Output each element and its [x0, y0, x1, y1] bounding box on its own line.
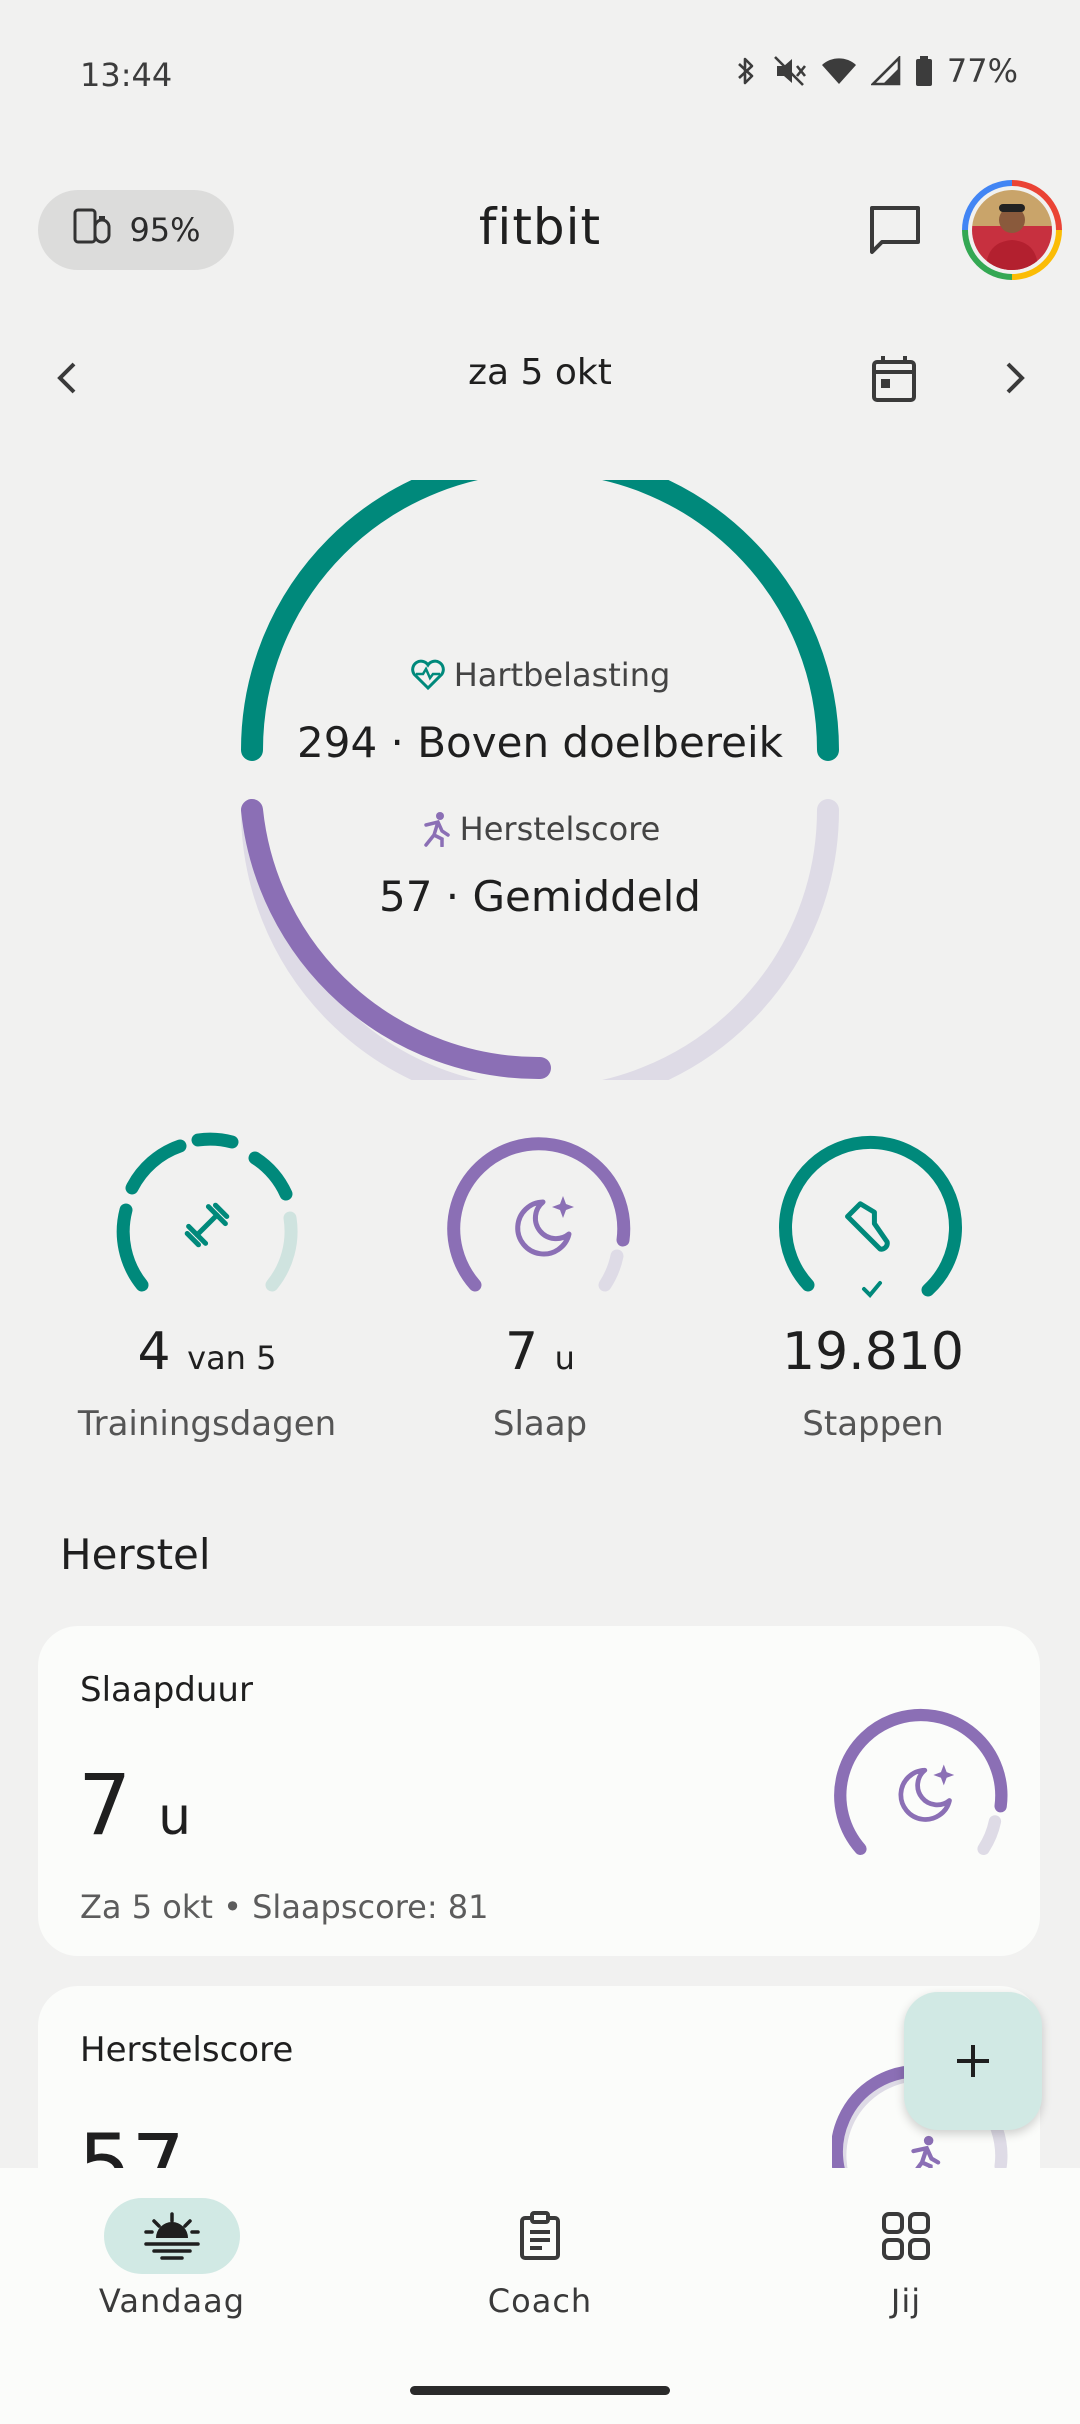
training-days-value: 4 van 5	[137, 1322, 277, 1382]
steps-label: Stappen	[802, 1404, 944, 1444]
plus-icon	[957, 2045, 989, 2077]
chat-icon	[870, 206, 920, 254]
grid-icon	[882, 2212, 930, 2260]
card-value: 7 u	[78, 1756, 192, 1854]
card-title: Herstelscore	[80, 2030, 294, 2070]
calendar-button[interactable]	[866, 350, 922, 406]
section-title: Herstel	[60, 1530, 211, 1579]
sleep-label: Slaap	[492, 1404, 588, 1444]
mute-icon	[773, 55, 807, 87]
add-button[interactable]	[904, 1992, 1042, 2130]
recovery-arc-fill	[241, 799, 551, 1080]
heart-icon	[410, 659, 445, 691]
gesture-bar[interactable]	[410, 2386, 670, 2395]
recovery-arc-track	[241, 799, 839, 1080]
recovery-label: Herstelscore	[459, 810, 661, 848]
nav-item-vandaag[interactable]: Vandaag	[22, 2198, 322, 2320]
summary-ring[interactable]	[240, 480, 840, 1080]
wifi-icon	[821, 56, 857, 86]
heart-load-label: Hartbelasting	[453, 656, 671, 694]
sleep-value: 7 u	[505, 1322, 575, 1382]
steps-value: 19.810	[782, 1322, 964, 1382]
chat-button[interactable]	[862, 198, 928, 264]
training-days-label: Trainingsdagen	[77, 1404, 337, 1444]
status-battery-text: 77%	[946, 52, 1018, 90]
next-day-button[interactable]	[994, 350, 1034, 406]
shoe-icon	[845, 1201, 890, 1252]
nav-label: Vandaag	[98, 2282, 246, 2320]
sunrise-icon	[144, 2212, 200, 2260]
nav-item-coach[interactable]: Coach	[390, 2198, 690, 2320]
heart-load-value: 294 · Boven doelbereik	[297, 718, 783, 767]
nav-label: Jij	[890, 2282, 922, 2320]
status-icons: 77%	[733, 52, 1018, 90]
sleep-duration-card[interactable]: Slaapduur 7 u Za 5 okt • Slaapscore: 81	[38, 1626, 1040, 1956]
avatar[interactable]	[962, 180, 1062, 280]
training-days-ring[interactable]	[112, 1130, 302, 1320]
sleep-card-ring	[834, 1708, 1008, 1855]
signal-icon	[870, 56, 901, 86]
moon-icon	[515, 1196, 574, 1257]
avatar-photo	[972, 190, 1052, 270]
card-subtitle: Za 5 okt • Slaapscore: 81	[80, 1888, 489, 1926]
chevron-right-icon	[1006, 362, 1025, 394]
recovery-person-icon	[423, 812, 450, 847]
card-title: Slaapduur	[80, 1670, 253, 1710]
recovery-value: 57 · Gemiddeld	[379, 872, 701, 921]
steps-ring[interactable]	[778, 1130, 968, 1320]
nav-item-jij[interactable]: Jij	[756, 2198, 1056, 2320]
moon-icon	[898, 1764, 955, 1822]
bluetooth-icon	[733, 55, 759, 87]
status-time: 13:44	[80, 56, 173, 94]
heart-load-arc	[241, 480, 839, 761]
sleep-ring[interactable]	[445, 1130, 635, 1320]
battery-icon	[915, 55, 933, 87]
nav-label: Coach	[487, 2282, 593, 2320]
calendar-icon	[872, 356, 916, 402]
heart-load-label-row: Hartbelasting	[0, 656, 1080, 694]
nav-pill-active	[104, 2198, 240, 2274]
recovery-label-row: Herstelscore	[0, 810, 1080, 848]
dumbbell-icon	[184, 1202, 230, 1248]
clipboard-icon	[520, 2211, 560, 2260]
